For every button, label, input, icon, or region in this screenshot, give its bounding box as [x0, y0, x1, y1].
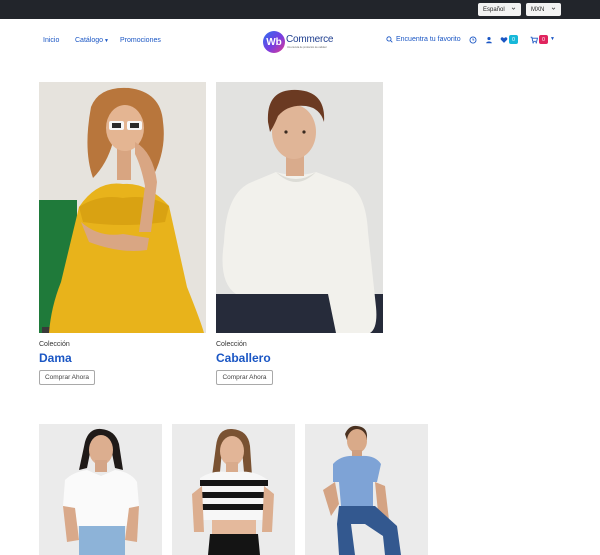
collection-label: Colección — [216, 341, 247, 348]
woman-striped-top-photo — [172, 424, 295, 555]
man-white-sweater-photo — [216, 82, 383, 333]
collection-name-caballero[interactable]: Caballero — [216, 351, 271, 365]
woman-yellow-dress-photo — [39, 82, 206, 333]
product-card-image[interactable] — [305, 424, 428, 555]
cart-count-badge: 0 — [539, 35, 548, 44]
collection-dama-image[interactable] — [39, 82, 206, 333]
logo-badge: Wb — [263, 31, 285, 53]
language-value: Español — [483, 6, 505, 13]
shop-now-dama-button[interactable]: Comprar Ahora — [39, 370, 95, 385]
woman-white-shirt-photo — [39, 424, 162, 555]
currency-value: MXN — [531, 6, 545, 13]
heart-icon[interactable] — [500, 36, 508, 44]
nav-inicio[interactable]: Inicio — [43, 37, 59, 44]
collection-label: Colección — [39, 341, 70, 348]
caret-down-icon: ▼ — [104, 38, 109, 44]
nav-catalogo-label: Catálogo — [75, 37, 104, 44]
man-blue-tshirt-photo — [305, 424, 428, 555]
language-select[interactable]: Español — [478, 3, 521, 16]
top-bar: Español MXN — [0, 0, 600, 19]
collection-name-dama[interactable]: Dama — [39, 351, 72, 365]
site-header: Inicio Catálogo▼ Promociones Wb Commerce… — [0, 19, 600, 64]
product-card-image[interactable] — [172, 424, 295, 555]
collection-caballero-image[interactable] — [216, 82, 383, 333]
clock-icon[interactable] — [469, 36, 477, 44]
search-link[interactable]: Encuentra tu favorito — [386, 36, 461, 43]
shop-now-caballero-button[interactable]: Comprar Ahora — [216, 370, 273, 385]
search-label: Encuentra tu favorito — [396, 36, 461, 43]
cart-icon[interactable] — [530, 36, 538, 44]
caret-down-icon[interactable]: ▼ — [550, 36, 555, 42]
product-card-image[interactable] — [39, 424, 162, 555]
chevron-down-icon — [511, 7, 516, 10]
nav-catalogo[interactable]: Catálogo▼ — [75, 37, 109, 44]
nav-promociones[interactable]: Promociones — [120, 37, 161, 44]
wishlist-count-badge: 0 — [509, 35, 518, 44]
logo-tagline: Una tienda de productos de calidad — [287, 46, 327, 49]
search-icon — [386, 36, 393, 43]
site-logo[interactable]: Wb Commerce Una tienda de productos de c… — [263, 31, 343, 53]
currency-select[interactable]: MXN — [526, 3, 561, 16]
user-icon[interactable] — [485, 36, 493, 44]
chevron-down-icon — [551, 7, 556, 10]
logo-wordmark: Commerce — [286, 34, 334, 45]
